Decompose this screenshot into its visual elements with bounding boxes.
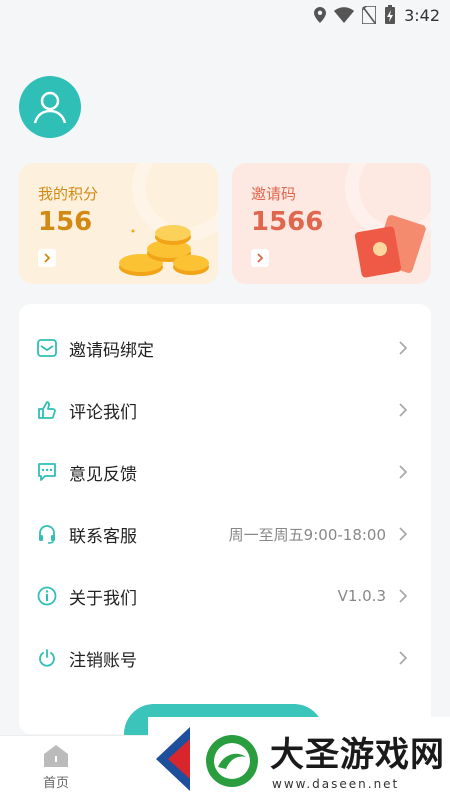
user-icon	[33, 91, 67, 124]
chevron-right-icon	[44, 253, 51, 263]
power-icon	[36, 647, 58, 669]
chevron-right-icon	[399, 465, 408, 479]
invite-value: 1566	[251, 207, 324, 237]
info-icon	[36, 585, 58, 607]
chevron-right-icon	[399, 589, 408, 603]
points-arrow-button[interactable]	[38, 249, 56, 267]
wifi-icon	[334, 7, 355, 23]
invite-card[interactable]: 邀请码 1566	[232, 163, 431, 284]
chevron-right-icon	[399, 403, 408, 417]
red-envelope-icon	[354, 215, 426, 278]
location-icon	[314, 7, 327, 23]
status-icons: 3:42	[314, 5, 440, 25]
chevron-right-icon	[399, 341, 408, 355]
app-version: V1.0.3	[337, 587, 386, 605]
no-sim-icon	[362, 6, 377, 24]
home-icon	[44, 745, 68, 767]
status-bar: 3:42	[0, 0, 450, 32]
battery-charging-icon	[385, 5, 396, 24]
menu-label: 评论我们	[69, 402, 137, 423]
thumbs-up-icon	[36, 399, 58, 421]
watermark-logo	[156, 727, 258, 791]
watermark-url: www.daseen.net	[272, 777, 400, 791]
avatar[interactable]	[19, 76, 81, 138]
menu-item-about[interactable]: 关于我们 V1.0.3	[19, 565, 431, 627]
menu-item-feedback[interactable]: 意见反馈	[19, 441, 431, 503]
menu-item-customer-service[interactable]: 联系客服 周一至周五9:00-18:00	[19, 503, 431, 565]
tab-home[interactable]: 首页	[30, 744, 82, 791]
watermark-text: 大圣游戏网	[270, 735, 445, 775]
coins-icon	[119, 225, 209, 276]
points-card[interactable]: 我的积分 156	[19, 163, 218, 284]
menu-label: 关于我们	[69, 588, 137, 609]
headset-icon	[36, 523, 58, 545]
menu-label: 邀请码绑定	[69, 340, 154, 361]
chevron-right-icon	[399, 527, 408, 541]
chevron-right-icon	[399, 651, 408, 665]
invite-arrow-button[interactable]	[251, 249, 269, 267]
menu-label: 注销账号	[69, 650, 137, 671]
menu-label: 联系客服	[69, 526, 137, 547]
watermark: 大圣游戏网 www.daseen.net	[148, 717, 450, 800]
points-value: 156	[38, 207, 93, 237]
status-time: 3:42	[404, 5, 440, 25]
menu-label: 意见反馈	[69, 464, 137, 485]
points-title: 我的积分	[38, 185, 99, 203]
mail-icon	[36, 337, 58, 359]
menu-item-review[interactable]: 评论我们	[19, 379, 431, 441]
invite-title: 邀请码	[251, 185, 297, 203]
menu-item-delete-account[interactable]: 注销账号	[19, 627, 431, 689]
tab-home-label: 首页	[42, 776, 69, 791]
service-hours: 周一至周五9:00-18:00	[228, 525, 386, 544]
menu-item-invite-bind[interactable]: 邀请码绑定	[19, 317, 431, 379]
chevron-right-icon	[257, 253, 264, 263]
chat-icon	[36, 461, 58, 483]
settings-menu: 邀请码绑定 评论我们 意见反馈 联系客服 周一至周五9:00-18:00 关于我…	[19, 304, 431, 734]
